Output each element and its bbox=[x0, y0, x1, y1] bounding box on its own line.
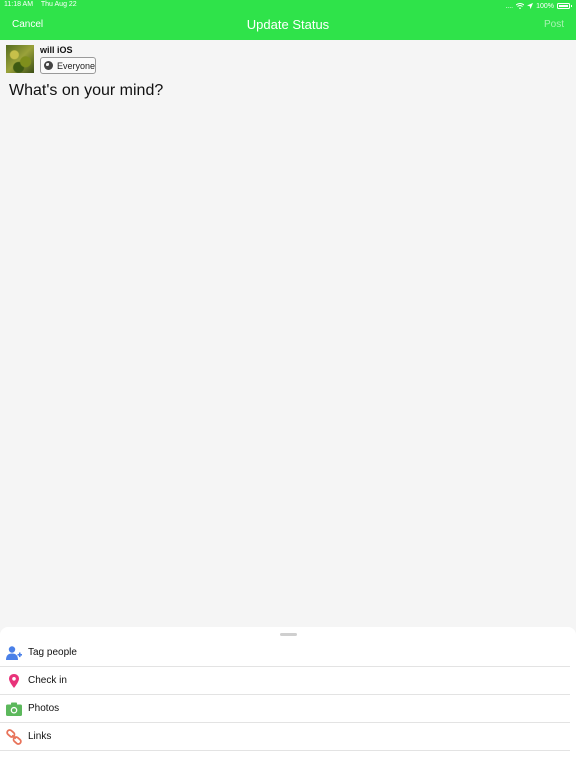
battery-percent: 100% bbox=[536, 2, 554, 10]
audience-label: Everyone bbox=[56, 60, 95, 71]
status-bar-right: .... 100% bbox=[505, 1, 572, 11]
username: will iOS bbox=[40, 45, 73, 55]
globe-icon bbox=[44, 61, 53, 70]
status-date: Thu Aug 22 bbox=[40, 1, 77, 8]
sheet-grabber-handle[interactable] bbox=[280, 633, 297, 636]
status-time: 11:18 AM bbox=[4, 1, 34, 8]
signal-indicator: .... bbox=[505, 2, 514, 10]
option-check-in[interactable]: Check in bbox=[0, 667, 570, 695]
status-text-input[interactable]: What's on your mind? bbox=[9, 82, 163, 100]
wifi-icon bbox=[516, 3, 525, 9]
option-label: Tag people bbox=[28, 647, 77, 658]
tag-people-icon bbox=[6, 646, 22, 660]
option-links[interactable]: Links bbox=[0, 723, 570, 751]
attachment-options-sheet: Tag people Check in Photos Links bbox=[0, 627, 576, 768]
post-button[interactable]: Post bbox=[544, 19, 564, 30]
battery-icon bbox=[557, 3, 572, 9]
navigation-bar: 11:18 AM Thu Aug 22 .... 100% Cancel Upd… bbox=[0, 0, 576, 40]
avatar bbox=[6, 45, 34, 73]
option-label: Check in bbox=[28, 675, 67, 686]
option-tag-people[interactable]: Tag people bbox=[0, 639, 570, 667]
camera-icon bbox=[6, 702, 22, 716]
option-label: Links bbox=[28, 731, 52, 742]
location-pin-icon bbox=[9, 674, 19, 688]
option-photos[interactable]: Photos bbox=[0, 695, 570, 723]
audience-selector-button[interactable]: Everyone bbox=[40, 57, 96, 74]
page-title: Update Status bbox=[246, 17, 330, 32]
link-icon bbox=[6, 729, 22, 745]
location-arrow-icon bbox=[527, 3, 534, 9]
status-bar-left: 11:18 AM Thu Aug 22 bbox=[4, 1, 83, 11]
option-label: Photos bbox=[28, 703, 60, 714]
